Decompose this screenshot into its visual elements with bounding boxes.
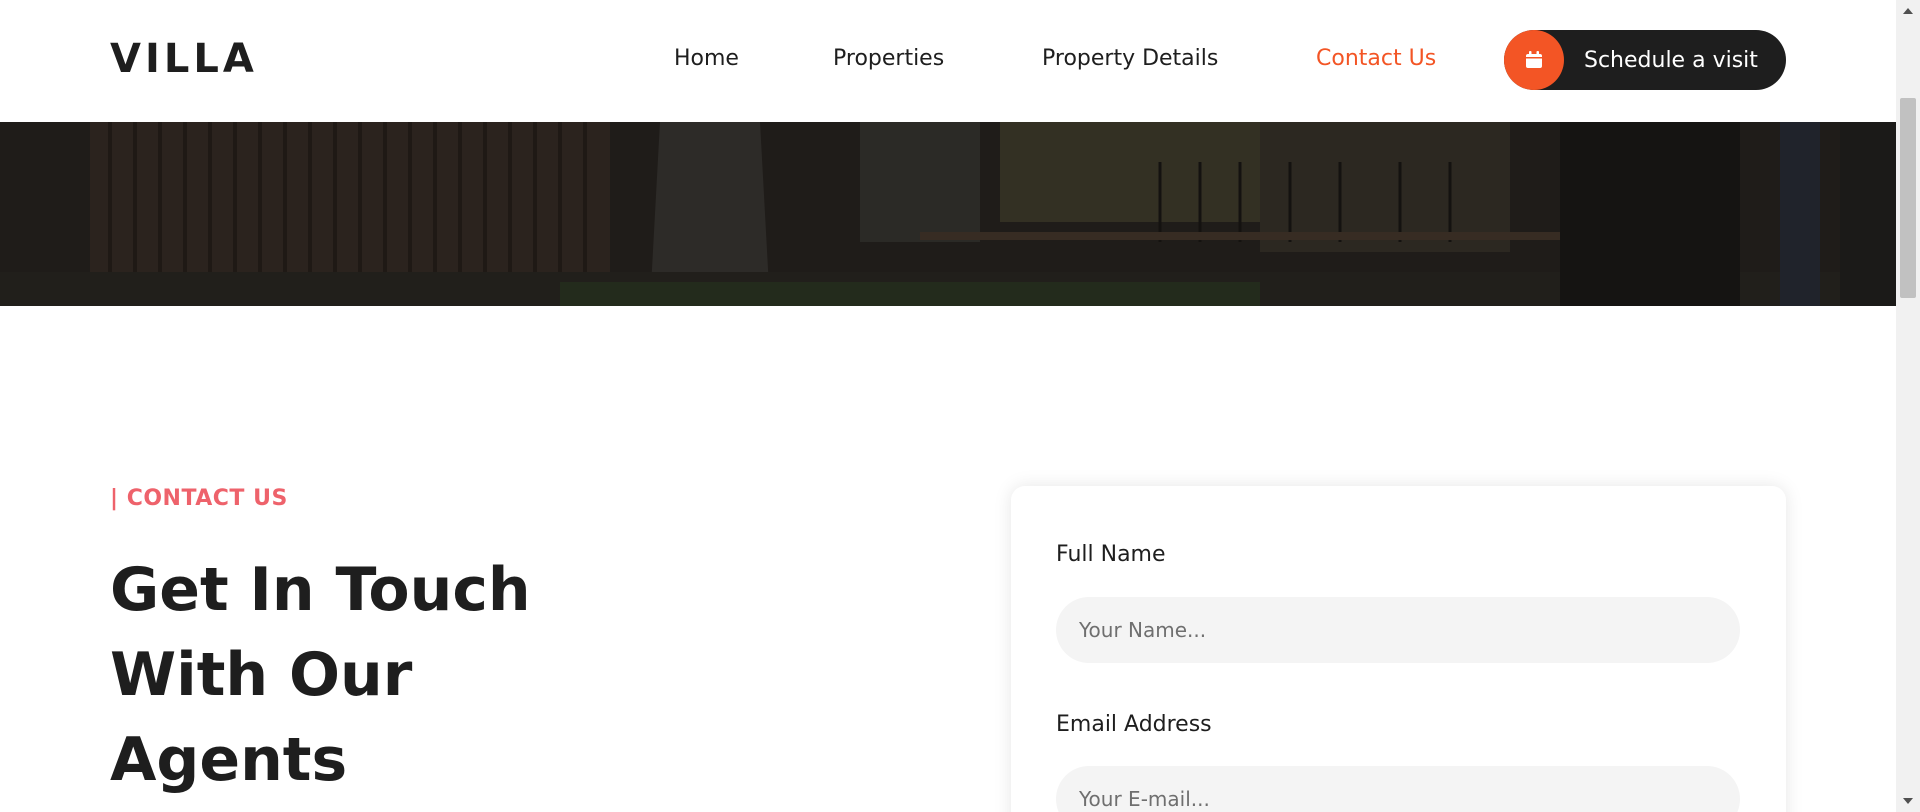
scroll-down-arrow-icon[interactable] <box>1903 798 1913 804</box>
schedule-visit-button[interactable]: Schedule a visit <box>1504 30 1786 90</box>
email-address-label: Email Address <box>1056 712 1212 737</box>
full-name-input[interactable] <box>1056 597 1740 663</box>
calendar-icon <box>1504 30 1564 90</box>
hero-banner-image <box>0 122 1896 306</box>
section-eyebrow: | CONTACT US <box>110 486 288 511</box>
heading-line: Agents <box>110 725 348 795</box>
nav-item-contact-us[interactable]: Contact Us <box>1316 46 1436 71</box>
contact-form: Full Name Email Address <box>1011 486 1786 812</box>
heading-line: With Our <box>110 640 413 710</box>
scrollbar-thumb[interactable] <box>1900 98 1916 298</box>
full-name-label: Full Name <box>1056 542 1166 567</box>
nav-item-property-details[interactable]: Property Details <box>1042 46 1218 71</box>
site-logo[interactable]: VILLA <box>110 36 258 82</box>
nav-item-properties[interactable]: Properties <box>833 46 944 71</box>
scroll-up-arrow-icon[interactable] <box>1903 8 1913 14</box>
nav-item-home[interactable]: Home <box>674 46 739 71</box>
site-header: VILLA Home Properties Property Details C… <box>0 0 1896 122</box>
page-scrollbar[interactable] <box>1896 0 1920 812</box>
heading-line: Get In Touch <box>110 555 531 625</box>
schedule-visit-label: Schedule a visit <box>1584 47 1758 73</box>
email-input[interactable] <box>1056 766 1740 812</box>
section-heading: Get In Touch With Our Agents <box>110 548 630 803</box>
